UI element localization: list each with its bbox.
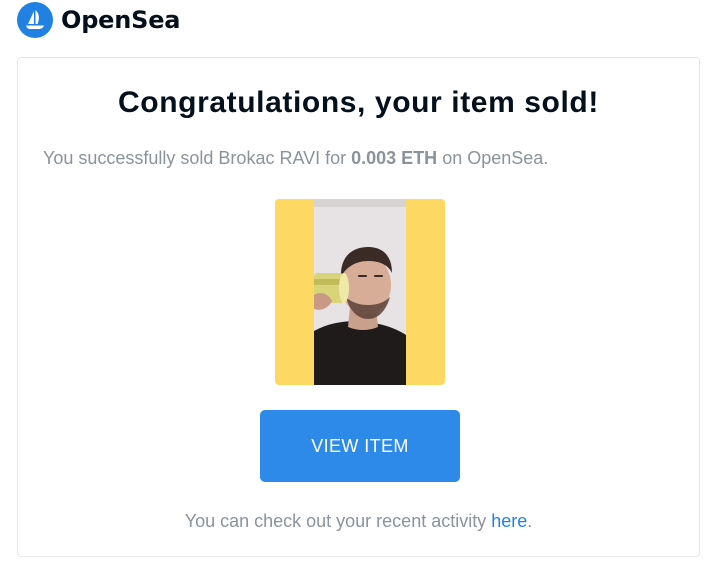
activity-note: You can check out your recent activity h…	[18, 511, 699, 532]
sale-message: You successfully sold Brokac RAVI for 0.…	[43, 148, 548, 169]
email-page: OpenSea Congratulations, your item sold!…	[0, 0, 724, 585]
activity-link[interactable]: here	[491, 511, 527, 531]
footer-prefix: You can check out your recent activity	[184, 511, 492, 531]
nft-item-image[interactable]	[275, 199, 445, 385]
message-suffix: on OpenSea.	[437, 148, 549, 168]
footer-suffix: .	[527, 511, 533, 531]
view-item-button[interactable]: VIEW ITEM	[260, 410, 460, 482]
sale-notification-card: Congratulations, your item sold! You suc…	[17, 57, 700, 557]
message-prefix: You successfully sold Brokac RAVI for	[43, 148, 352, 168]
brand-name: OpenSea	[61, 6, 181, 34]
opensea-brand[interactable]: OpenSea	[17, 2, 181, 38]
opensea-boat-icon	[17, 2, 53, 38]
nft-photo	[314, 199, 406, 385]
sale-price: 0.003 ETH	[351, 148, 438, 168]
headline: Congratulations, your item sold!	[118, 86, 599, 119]
